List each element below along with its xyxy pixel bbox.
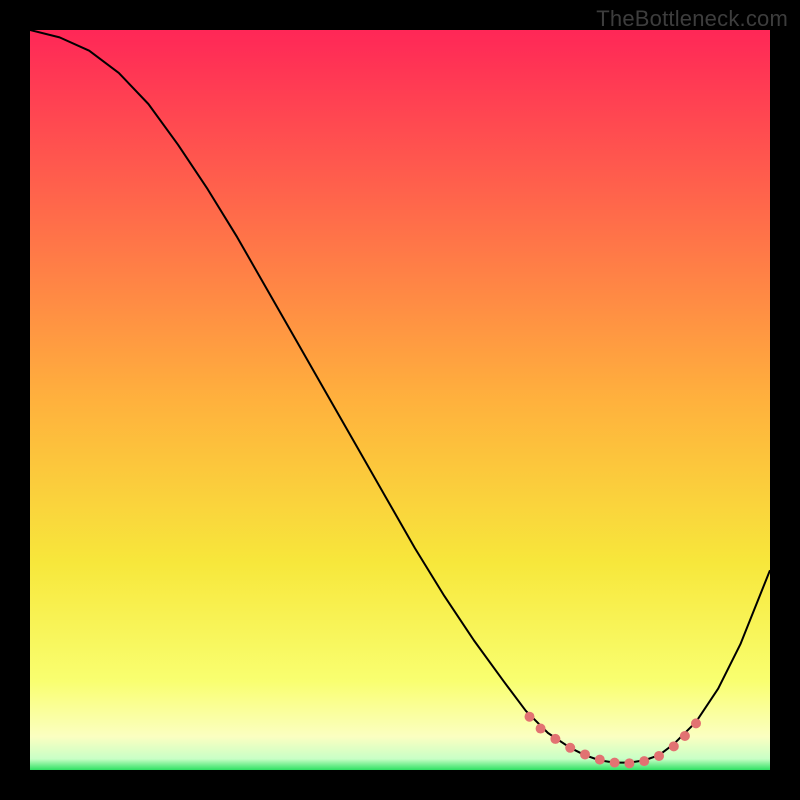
marker-dot [550,734,560,744]
watermark-text: TheBottleneck.com [596,6,788,32]
chart-background [30,30,770,770]
marker-dot [536,724,546,734]
marker-dot [669,741,679,751]
chart-svg [30,30,770,770]
marker-dot [595,755,605,765]
marker-dot [580,749,590,759]
marker-dot [565,743,575,753]
chart-plot-area [30,30,770,770]
marker-dot [680,731,690,741]
marker-dot [624,758,634,768]
marker-dot [610,758,620,768]
marker-dot [654,751,664,761]
marker-dot [639,756,649,766]
marker-dot [691,718,701,728]
marker-dot [525,712,535,722]
